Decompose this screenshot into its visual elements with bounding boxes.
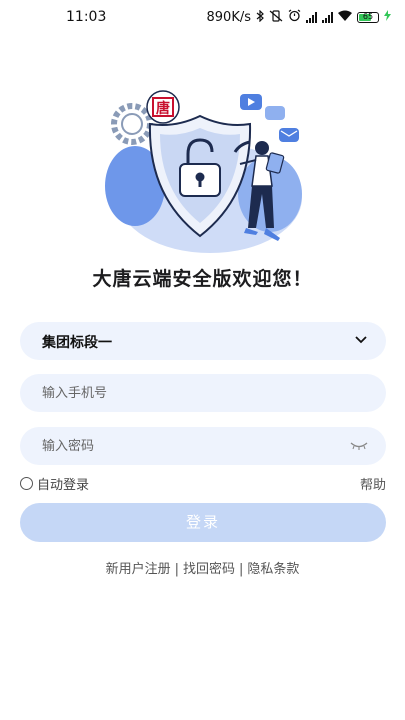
welcome-title: 大唐云端安全版欢迎您！ — [92, 268, 313, 290]
register-link[interactable]: 新用户注册 — [106, 558, 171, 577]
link-separator: | — [174, 562, 179, 577]
security-illustration: 唐 — [105, 90, 302, 253]
battery-level: 65 — [362, 12, 374, 21]
link-separator: | — [239, 562, 244, 577]
signal-2-icon — [322, 12, 333, 23]
wifi-icon — [338, 10, 352, 25]
battery-icon: 65 — [357, 12, 379, 23]
auto-login-option[interactable]: 自动登录 — [20, 474, 89, 493]
charging-icon — [384, 10, 391, 25]
status-time: 11:03 — [66, 9, 107, 25]
gear-icon — [111, 103, 153, 145]
company-logo: 唐 — [146, 90, 180, 124]
phone-input[interactable] — [42, 374, 342, 412]
network-speed: 890K/s — [206, 10, 252, 25]
help-link[interactable]: 帮助 — [360, 474, 386, 493]
password-input[interactable] — [42, 427, 342, 465]
auto-login-label: 自动登录 — [37, 478, 90, 493]
svg-text:唐: 唐 — [156, 100, 170, 117]
recover-password-link[interactable]: 找回密码 — [183, 558, 235, 577]
auto-login-radio[interactable] — [20, 477, 33, 490]
chevron-down-icon — [355, 336, 367, 344]
password-field — [20, 427, 386, 465]
status-icons: 890K/s 65 — [206, 9, 391, 26]
signal-1-icon — [306, 12, 317, 23]
phone-field — [20, 374, 386, 412]
vibrate-off-icon — [269, 9, 283, 26]
alarm-icon — [288, 9, 301, 26]
bluetooth-icon — [256, 9, 264, 26]
group-select[interactable]: 集团标段一 — [20, 322, 386, 360]
privacy-link[interactable]: 隐私条款 — [247, 558, 299, 577]
login-button[interactable]: 登录 — [20, 503, 386, 542]
eye-closed-icon[interactable] — [350, 439, 368, 451]
footer-links: 新用户注册 | 找回密码 | 隐私条款 — [0, 558, 405, 577]
group-select-value: 集团标段一 — [42, 335, 112, 351]
status-bar: 11:03 890K/s 65 — [0, 0, 405, 36]
